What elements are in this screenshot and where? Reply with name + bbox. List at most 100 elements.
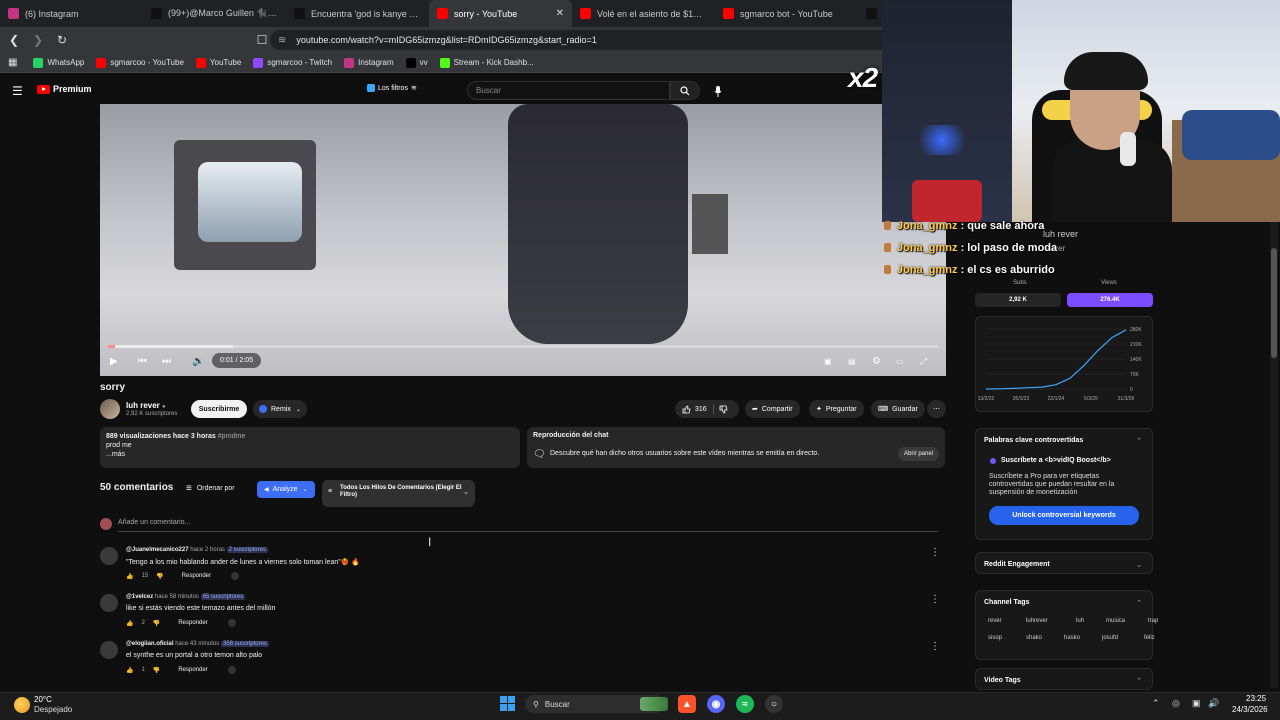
url-field[interactable]: ≋ youtube.com/watch?v=mIDG65izmzg&list=R… — [270, 30, 900, 50]
close-tab-icon[interactable]: ✕ — [556, 8, 564, 19]
browser-tab[interactable]: sgmarco bot - YouTube — [715, 0, 858, 27]
more-actions-button[interactable]: ⋯ — [927, 400, 946, 418]
theater-icon[interactable]: ▭ — [896, 355, 904, 367]
comment-time[interactable]: hace 58 minutos — [155, 594, 199, 600]
weather-desc[interactable]: Despejado — [34, 705, 72, 714]
comment-menu-icon[interactable]: ⋮ — [930, 547, 940, 558]
bookmark-item[interactable]: YouTube — [195, 57, 241, 68]
bookmark-icon[interactable]: ☐ — [252, 30, 272, 50]
bookmark-item[interactable]: WhatsApp — [33, 57, 84, 68]
vidiq-reply-icon[interactable] — [227, 666, 236, 674]
commenter-avatar[interactable] — [100, 547, 118, 565]
vidiq-reply-icon[interactable] — [231, 572, 240, 580]
channel-tag-chip[interactable]: feliz — [1139, 632, 1160, 645]
channel-name[interactable]: luh rever ● — [126, 401, 166, 410]
browser-tab[interactable]: Encuentra 'god is kanye west' e — [286, 0, 429, 27]
weather-temp[interactable]: 20°C — [34, 695, 52, 704]
share-button[interactable]: ➦ Compartir — [745, 400, 800, 418]
description-box[interactable]: 889 visualizaciones hace 3 horas #prodme… — [100, 427, 520, 468]
comment-time[interactable]: hace 43 minutos — [175, 641, 219, 647]
video-tags-card[interactable]: Video Tags ⌃ — [975, 668, 1153, 690]
add-comment-input[interactable]: Añade un comentario... — [118, 519, 938, 532]
sort-button[interactable]: ≡ Ordenar por — [186, 483, 235, 494]
tray-expand-icon[interactable]: ⌃ — [1152, 698, 1160, 709]
browser-tab[interactable]: Volé en el asiento de $15,000 d — [572, 0, 715, 27]
clock-date[interactable]: 24/3/2026 — [1232, 705, 1268, 714]
channel-tag-chip[interactable]: josufd — [1097, 632, 1123, 645]
voice-search-button[interactable] — [709, 82, 727, 100]
previous-button[interactable]: ⏮ — [138, 355, 147, 367]
comment-menu-icon[interactable]: ⋮ — [930, 594, 940, 605]
channel-tag-chip[interactable]: hasko — [1059, 632, 1085, 645]
vidiq-reply-icon[interactable] — [227, 619, 236, 627]
bookmark-item[interactable]: Instagram — [344, 57, 394, 68]
dislike-comment-icon[interactable]: 👎 — [153, 667, 160, 674]
commenter-name[interactable]: @Juanelmecanico227 — [126, 547, 189, 553]
autoplay-icon[interactable]: ▣ — [824, 355, 832, 367]
channel-tag-chip[interactable]: trap — [1143, 615, 1163, 628]
search-button[interactable] — [670, 81, 700, 100]
like-comment-icon[interactable]: 👍 — [126, 573, 133, 580]
dislike-button[interactable] — [719, 405, 732, 414]
ask-button[interactable]: ✦ Preguntar — [809, 400, 864, 418]
play-button[interactable]: ▶ — [110, 355, 118, 367]
save-button[interactable]: ⌨ Guardar — [871, 400, 925, 418]
reddit-engagement-card[interactable]: Reddit Engagement ⌄ — [975, 552, 1153, 574]
subscribe-button[interactable]: Suscribirme — [191, 400, 247, 418]
channel-tag-chip[interactable]: sisop — [983, 632, 1007, 645]
open-panel-button[interactable]: Abrir panel — [897, 447, 939, 461]
channel-tag-chip[interactable]: rever — [983, 615, 1007, 628]
apps-icon[interactable]: ▦ — [8, 57, 17, 68]
filters-chip[interactable]: Los filtros ≋ — [367, 84, 417, 92]
clock-time[interactable]: 23:25 — [1246, 694, 1266, 703]
settings-icon[interactable]: ⚙ — [872, 355, 881, 367]
channel-avatar[interactable] — [100, 399, 120, 419]
mic-tray-icon[interactable]: ◎ — [1172, 698, 1180, 709]
hashtag-link[interactable]: #prodme — [218, 433, 246, 440]
brave-browser-icon[interactable]: ▲ — [678, 695, 696, 713]
volume-icon[interactable]: 🔉 — [192, 355, 204, 367]
comment-menu-icon[interactable]: ⋮ — [930, 641, 940, 652]
reply-button[interactable]: Responder — [182, 573, 211, 579]
volume-tray-icon[interactable]: 🔊 — [1208, 698, 1219, 709]
video-player[interactable] — [100, 104, 946, 376]
youtube-logo[interactable]: Premium — [37, 84, 92, 94]
reload-icon[interactable]: ↻ — [52, 30, 72, 50]
channel-tag-chip[interactable]: musica — [1101, 615, 1130, 628]
search-input[interactable]: Buscar — [467, 81, 670, 100]
analyze-button[interactable]: ◀ Analyze ⌄ — [257, 481, 315, 498]
dislike-comment-icon[interactable]: 👎 — [156, 573, 163, 580]
chevron-up-icon[interactable]: ⌃ — [1136, 599, 1142, 607]
channel-tag-chip[interactable]: shako — [1021, 632, 1047, 645]
site-info-icon[interactable]: ≋ — [278, 35, 286, 46]
forward-icon[interactable]: ❯ — [28, 30, 48, 50]
like-button[interactable]: 316 — [682, 405, 707, 414]
browser-tab[interactable]: (6) Instagram — [0, 0, 143, 27]
commenter-avatar[interactable] — [100, 641, 118, 659]
bookmark-item[interactable]: sgmarcoo - YouTube — [96, 57, 184, 68]
browser-tab[interactable]: sorry - YouTube ✕ — [429, 0, 572, 27]
menu-icon[interactable]: ☰ — [12, 84, 23, 98]
fullscreen-icon[interactable]: ⤢ — [920, 355, 927, 367]
video-progress-bar[interactable] — [108, 345, 938, 348]
commenter-name[interactable]: @elogiian.oficial — [126, 641, 174, 647]
back-icon[interactable]: ❮ — [4, 30, 24, 50]
like-comment-icon[interactable]: 👍 — [126, 620, 133, 627]
commenter-name[interactable]: @1velcez — [126, 594, 153, 600]
bookmark-item[interactable]: Stream - Kick Dashb... — [439, 57, 534, 68]
bookmark-item[interactable]: sgmarcoo - Twitch — [253, 57, 332, 68]
channel-tag-chip[interactable]: luhrever — [1021, 615, 1053, 628]
browser-tab[interactable]: (99+)@Marco Guillen 🐈‍⬛ #pa — [143, 0, 286, 27]
description-more[interactable]: ...más — [106, 450, 514, 459]
channel-tag-chip[interactable]: luh — [1071, 615, 1089, 628]
dislike-comment-icon[interactable]: 👎 — [153, 620, 160, 627]
bookmark-item[interactable]: vv — [405, 57, 428, 68]
windows-start-icon[interactable] — [500, 696, 516, 712]
subtitles-icon[interactable]: ▤ — [848, 355, 856, 367]
reply-button[interactable]: Responder — [178, 620, 207, 626]
remix-button[interactable]: Remix ⌄ — [253, 400, 307, 418]
discord-icon[interactable]: ◉ — [707, 695, 725, 713]
commenter-avatar[interactable] — [100, 594, 118, 612]
views-toggle[interactable]: 276.4K — [1067, 293, 1153, 307]
moon-weather-icon[interactable] — [14, 697, 30, 713]
